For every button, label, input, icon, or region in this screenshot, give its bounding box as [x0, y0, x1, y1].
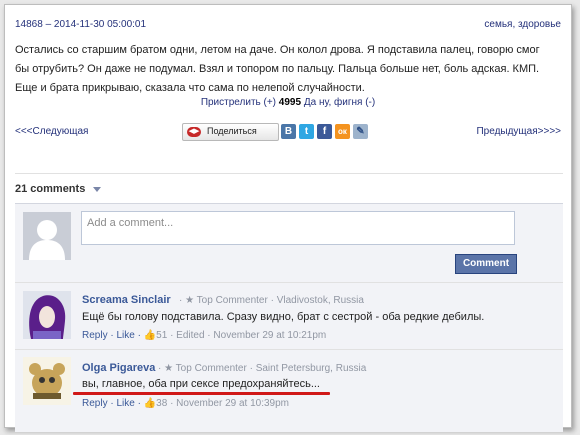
next-story-link[interactable]: <<<Следующая [15, 126, 88, 137]
avatar-cartoon-icon [23, 357, 71, 405]
facebook-icon[interactable]: f [317, 124, 332, 139]
story-text: Остались со старшим братом одни, летом н… [15, 44, 540, 94]
share-button-label: Поделиться [207, 126, 257, 136]
story-id-date: 14868 – 2014-11-30 05:00:01 [15, 19, 147, 30]
avatar[interactable] [23, 291, 71, 339]
comment-button[interactable]: Comment [455, 254, 517, 274]
story-tags[interactable]: семья, здоровье [484, 19, 561, 30]
vk-icon[interactable]: В [281, 124, 296, 139]
commenter-meta: · ★ Top Commenter · Saint Petersburg, Ru… [158, 363, 367, 374]
vote-down-link[interactable]: Да ну, фигня (-) [304, 97, 375, 108]
comment-timestamp: · November 29 at 10:39pm [170, 398, 290, 409]
divider [15, 282, 563, 283]
like-link[interactable]: · Like · [110, 330, 141, 341]
chevron-down-icon[interactable] [93, 187, 101, 192]
thumbs-up-icon: 👍 [143, 330, 157, 341]
comment-input[interactable]: Add a comment... [81, 211, 515, 245]
commenter-name[interactable]: Screama Sinclair [82, 294, 171, 306]
like-count: 51 [156, 330, 168, 341]
story-score: 4995 [278, 97, 302, 108]
comment-text: вы, главное, оба при сексе предохраняйте… [82, 378, 320, 390]
commenter-meta: · ★ Top Commenter · Vladivostok, Russia [179, 295, 364, 306]
highlight-underline [73, 392, 330, 395]
person-silhouette-icon [23, 212, 71, 260]
divider [15, 173, 563, 174]
screenshot-frame: 14868 – 2014-11-30 05:00:01 семья, здоро… [4, 4, 572, 432]
prev-story-link[interactable]: Предыдущая>>>> [476, 126, 561, 137]
reply-link[interactable]: Reply [82, 398, 108, 409]
vote-bar: Пристрелить (+) 4995 Да ну, фигня (-) [5, 97, 571, 108]
commenter-name[interactable]: Olga Pigareva [82, 362, 155, 374]
comment-input-placeholder: Add a comment... [87, 217, 174, 229]
comment-text: Ещё бы голову подставила. Сразу видно, б… [82, 311, 485, 323]
share-button[interactable]: ◀▶ Поделиться [182, 123, 279, 141]
divider [15, 349, 563, 350]
thumbs-up-icon: 👍 [143, 398, 157, 409]
like-count: 38 [156, 398, 168, 409]
comments-count: 21 comments [15, 183, 86, 195]
twitter-icon[interactable]: t [299, 124, 314, 139]
avatar-photo-icon [23, 291, 71, 339]
like-link[interactable]: · Like · [110, 398, 141, 409]
odnoklassniki-icon[interactable]: ок [335, 124, 350, 139]
livejournal-icon[interactable]: ✎ [353, 124, 368, 139]
vote-up-link[interactable]: Пристрелить (+) [201, 97, 276, 108]
comment-timestamp: · Edited · November 29 at 10:21pm [170, 330, 327, 341]
comment-actions: Reply · Like · 👍38 · November 29 at 10:3… [82, 398, 289, 409]
reply-link[interactable]: Reply [82, 330, 108, 341]
user-avatar-placeholder [23, 212, 71, 260]
comment-actions: Reply · Like · 👍51 · Edited · November 2… [82, 330, 326, 341]
avatar[interactable] [23, 357, 71, 405]
share-icon: ◀▶ [187, 127, 201, 137]
